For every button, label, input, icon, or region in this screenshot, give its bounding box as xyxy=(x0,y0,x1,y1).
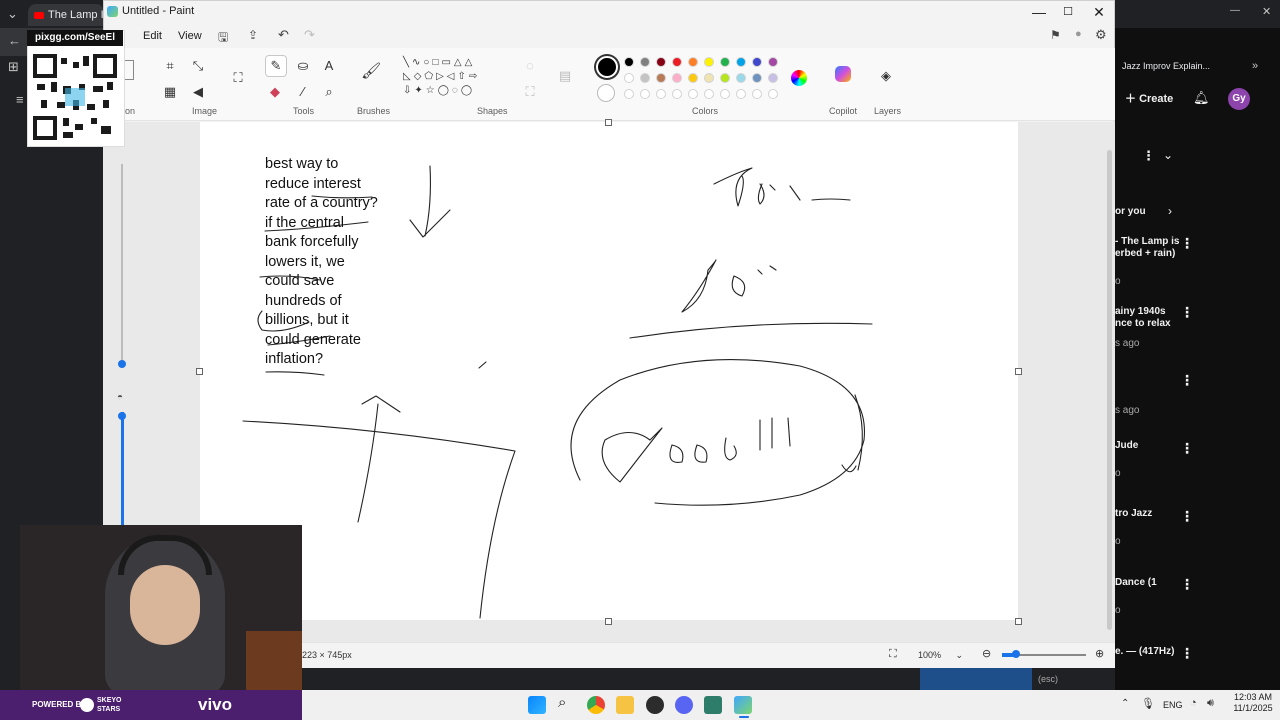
chevron-up-icon[interactable]: ⌃ xyxy=(1121,698,1129,709)
clock-date: 11/1/2025 xyxy=(1233,703,1273,713)
vertical-scrollbar[interactable] xyxy=(1107,150,1112,630)
microphone-icon[interactable]: 🎙︎ xyxy=(1141,697,1155,710)
volume-icon[interactable]: 🔊︎ xyxy=(1207,697,1214,710)
dot-stroke xyxy=(478,361,487,369)
qr-code-icon xyxy=(33,54,117,140)
line-stroke xyxy=(629,322,873,339)
up-arrow-stroke xyxy=(357,395,401,523)
brand-skeyo: SKEYO STARS xyxy=(97,697,122,713)
brand-vivo: vivo xyxy=(198,695,233,714)
scribble-stroke xyxy=(669,417,791,463)
zoom-out-icon[interactable]: ⊖ xyxy=(982,647,991,660)
file-explorer-icon[interactable] xyxy=(616,696,634,714)
canvas-dimensions: 223 × 745px xyxy=(302,650,352,660)
scribble-stroke xyxy=(601,427,663,483)
text-line: bank forcefully xyxy=(265,234,359,250)
zoom-value: 100% xyxy=(918,650,942,660)
webcam-overlay xyxy=(20,525,302,695)
underline-stroke xyxy=(265,371,325,376)
text-line: hundreds of xyxy=(265,292,342,309)
person-face xyxy=(130,565,200,645)
sponsor-banner: POWERED BY SKEYO STARS vivo xyxy=(0,690,302,720)
clock-time: 12:03 AM xyxy=(1233,692,1273,702)
text-line: reduce interest xyxy=(265,175,361,192)
discord-icon[interactable] xyxy=(675,696,693,714)
scribble-stroke xyxy=(681,259,777,313)
scribble-stroke xyxy=(713,167,851,207)
resize-handle[interactable] xyxy=(1015,368,1022,375)
text-line: could save xyxy=(265,273,335,289)
background-shelf xyxy=(246,631,302,695)
text-line: lowers it, we xyxy=(265,253,345,270)
input-language[interactable]: ENG xyxy=(1163,700,1183,710)
taskbar-clock[interactable]: 12:03 AM 11/1/2025 xyxy=(1226,692,1280,714)
notepad-icon[interactable] xyxy=(704,696,722,714)
zoom-slider-thumb[interactable] xyxy=(1012,650,1020,658)
resize-handle[interactable] xyxy=(605,618,612,625)
resize-handle[interactable] xyxy=(1015,618,1022,625)
text-line: rate of a country? xyxy=(265,195,378,211)
chevron-down-icon: ⌄ xyxy=(955,650,964,660)
text-line: if the central xyxy=(265,214,344,231)
scribble-stroke xyxy=(841,464,857,473)
resize-handle[interactable] xyxy=(605,119,612,126)
text-line: best way to xyxy=(265,156,339,172)
active-indicator xyxy=(739,716,749,718)
resize-handle[interactable] xyxy=(196,368,203,375)
powered-by-label: POWERED BY xyxy=(32,700,87,709)
text-line: inflation? xyxy=(265,351,324,367)
zoom-in-icon[interactable]: ⊕ xyxy=(1095,647,1104,660)
down-arrow-stroke xyxy=(409,165,451,238)
canvas-text: best way to reduce interest rate of a co… xyxy=(265,155,395,370)
paint-taskbar-icon[interactable] xyxy=(734,696,752,714)
search-icon[interactable]: ⌕ xyxy=(558,694,566,711)
skeyo-logo-icon xyxy=(80,698,94,712)
ellipse-stroke xyxy=(570,358,866,506)
text-line: could generate xyxy=(265,331,361,348)
text-line: billions, but it xyxy=(265,312,349,328)
fit-to-window-icon[interactable]: ⛶ xyxy=(889,648,897,661)
qr-label: pixgg.com/SeeEl xyxy=(27,30,123,46)
wifi-icon[interactable]: ◔ xyxy=(1190,697,1197,709)
zoom-select[interactable]: 100% ⌄ xyxy=(918,648,968,662)
app-icon[interactable] xyxy=(646,696,664,714)
chrome-icon[interactable] xyxy=(587,696,605,714)
start-icon[interactable] xyxy=(528,696,546,714)
headphones xyxy=(118,535,212,575)
